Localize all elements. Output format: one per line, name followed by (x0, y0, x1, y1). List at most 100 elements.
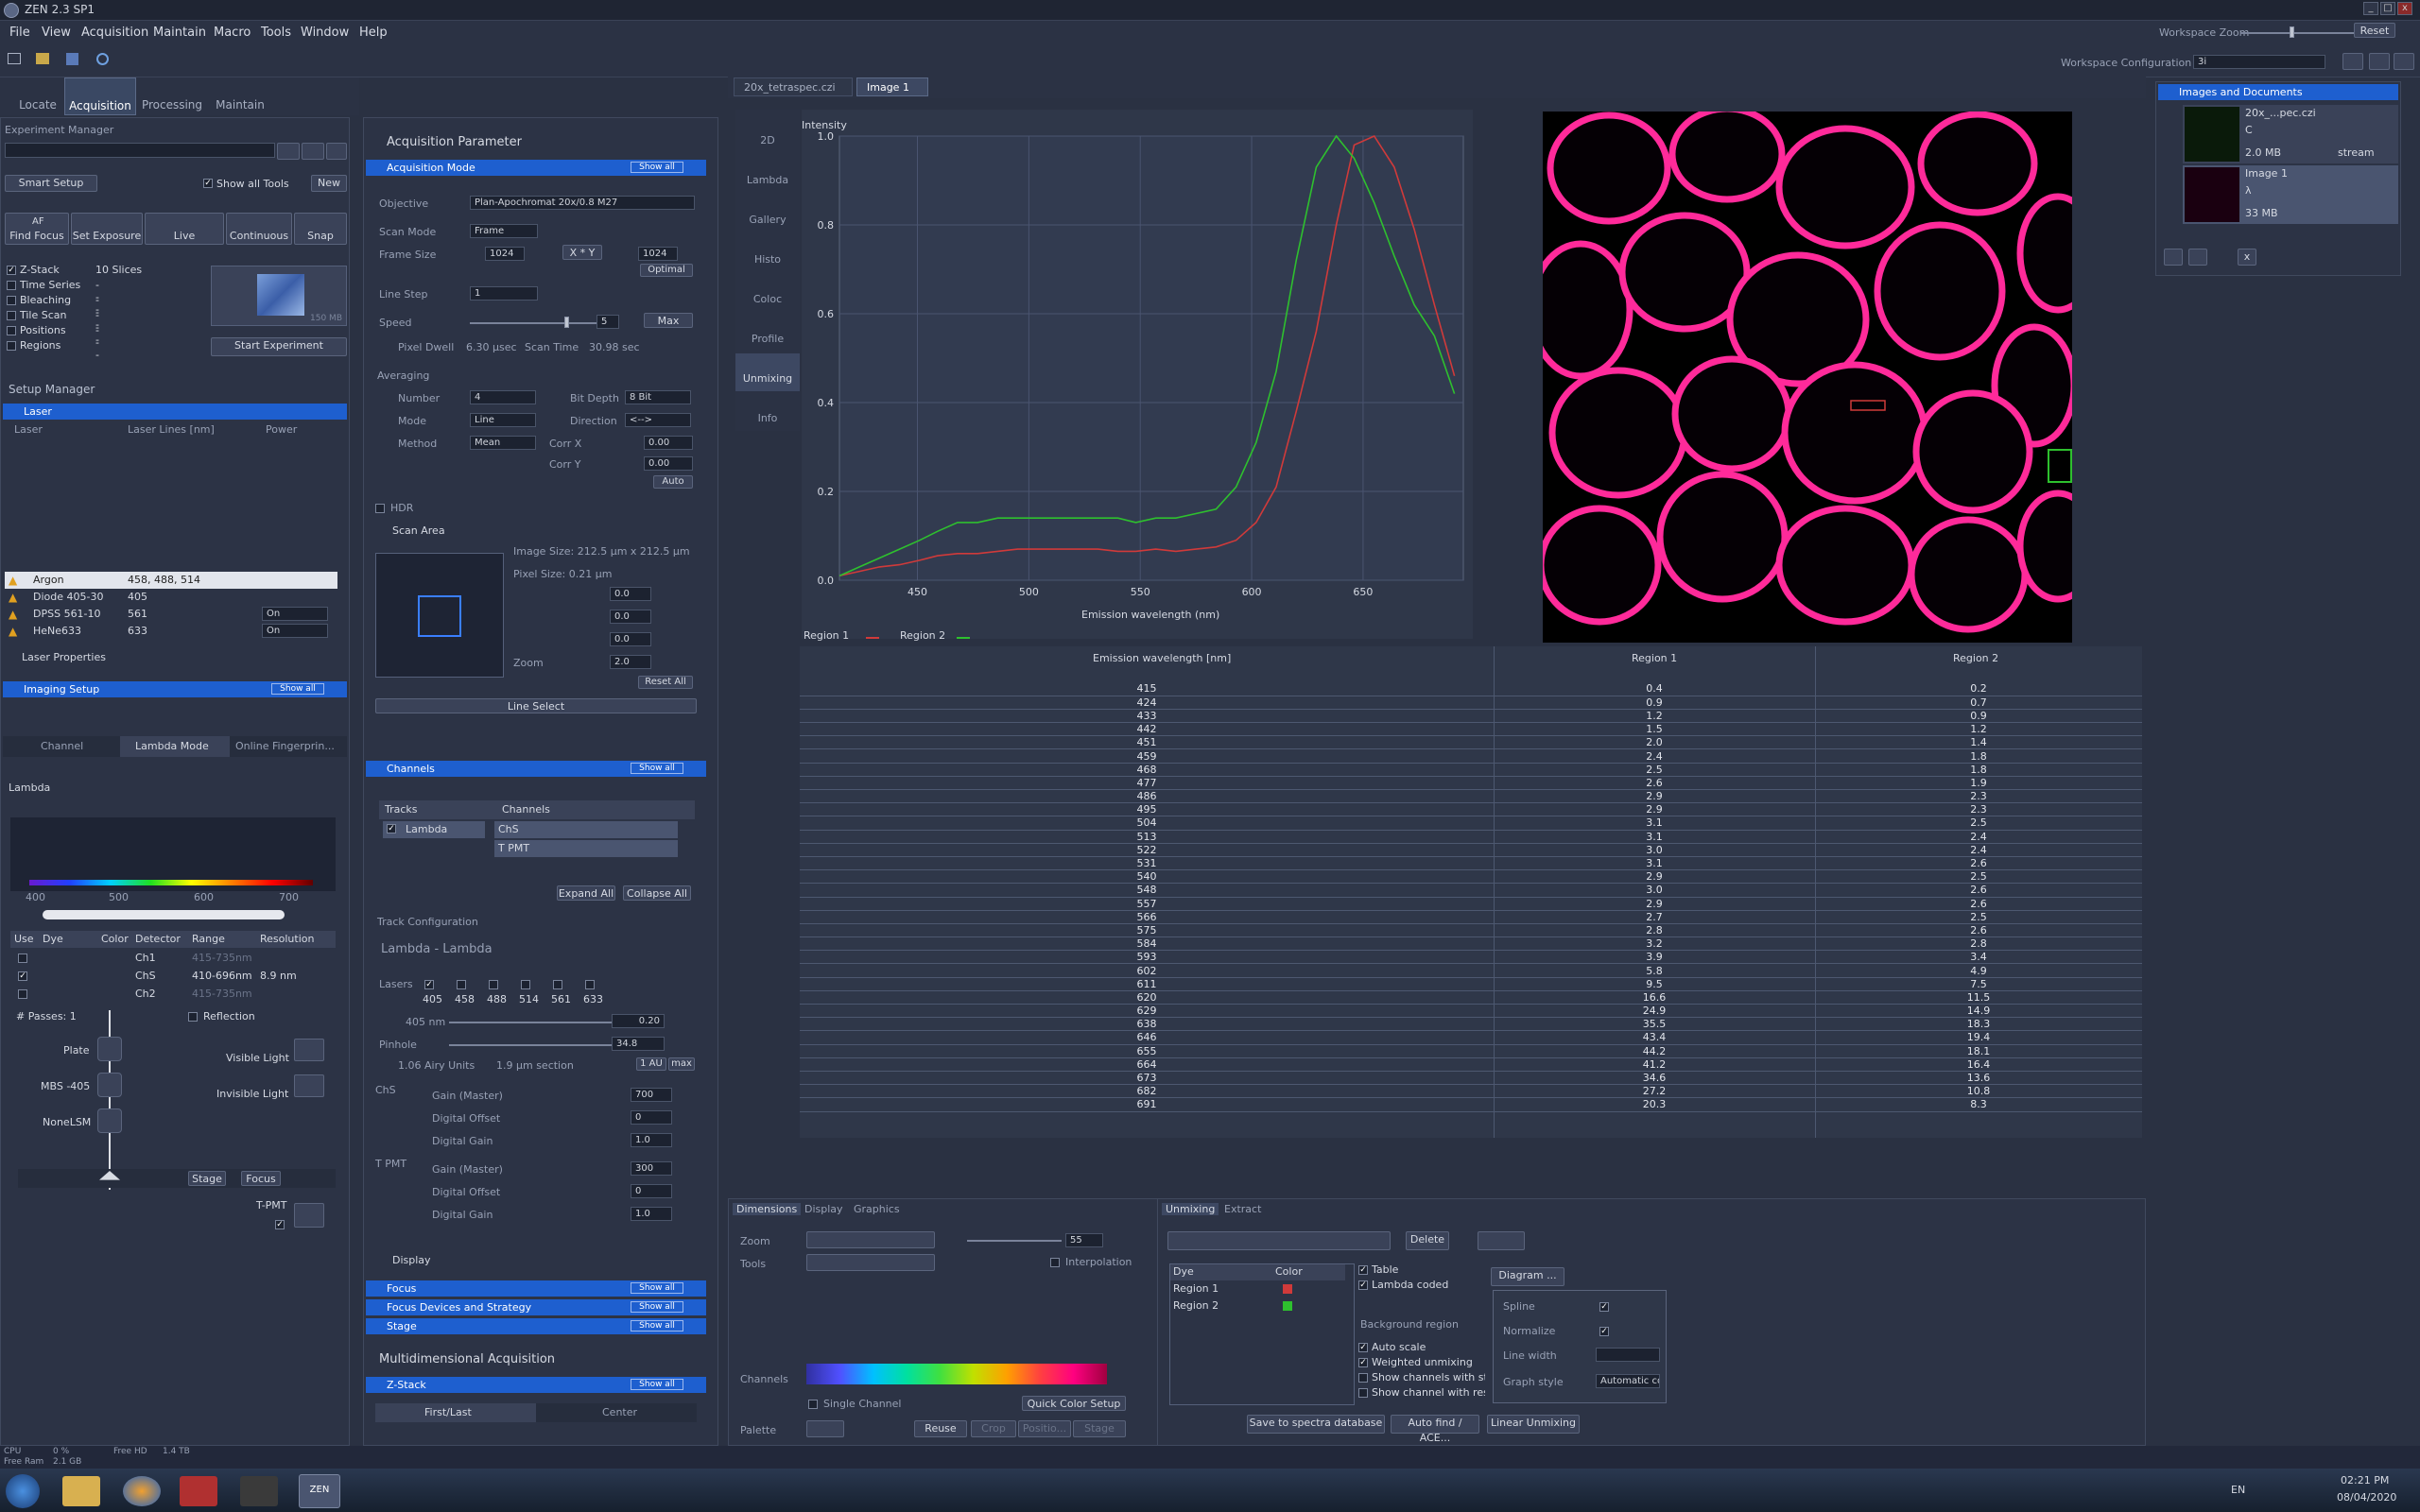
experiment-save-button[interactable] (302, 143, 324, 160)
view-tab-coloc[interactable]: Coloc (735, 293, 800, 305)
workspace-config-field[interactable]: 3i (2193, 55, 2325, 69)
menu-acquisition[interactable]: Acquisition (81, 26, 148, 40)
table-row[interactable]: 638 35.5 18.3 (800, 1017, 2142, 1032)
view-tab-lambda[interactable]: Lambda (735, 174, 800, 186)
zoom-buttons[interactable] (806, 1231, 935, 1248)
laser-405-field[interactable]: 0.20 (612, 1014, 665, 1028)
menu-help[interactable]: Help (359, 26, 388, 40)
doc-close-button[interactable]: x (2238, 249, 2256, 266)
start-experiment-button[interactable]: Start Experiment (211, 337, 347, 356)
zen-taskbar-button[interactable]: ZEN (299, 1474, 340, 1508)
table-row[interactable]: 424 0.9 0.7 (800, 696, 2142, 710)
auto-button[interactable]: Auto (653, 475, 693, 489)
stage-header[interactable]: Stage Show all (366, 1318, 706, 1334)
maximize-button[interactable]: □ (2380, 2, 2395, 15)
zoom-slider[interactable] (967, 1240, 1062, 1242)
number-select[interactable]: 4 (470, 390, 536, 404)
bleaching-checkbox[interactable] (7, 296, 16, 305)
tab-graphics[interactable]: Graphics (854, 1203, 900, 1215)
save-spectra-button[interactable]: Save to spectra database (1247, 1415, 1385, 1434)
menu-file[interactable]: File (9, 26, 30, 40)
pinhole-slider[interactable] (449, 1044, 619, 1046)
line-width-select[interactable] (1596, 1348, 1660, 1362)
table-row[interactable]: 504 3.1 2.5 (800, 816, 2142, 831)
offset-field[interactable]: 0 (631, 1110, 672, 1125)
menu-macro[interactable]: Macro (214, 26, 251, 40)
table-row[interactable]: 486 2.9 2.3 (800, 789, 2142, 804)
table-row[interactable]: 611 9.5 7.5 (800, 977, 2142, 991)
auto-find-button[interactable]: Auto find / ACE... (1391, 1415, 1479, 1444)
roi-region2[interactable] (2048, 449, 2072, 483)
show-resid-checkbox[interactable] (1358, 1388, 1368, 1398)
laser-row-hene[interactable]: ▲ HeNe633 633 On (5, 623, 337, 640)
stage-tool-button[interactable]: Stage (1073, 1420, 1126, 1437)
dgain2-field[interactable]: 1.0 (631, 1207, 672, 1221)
pinhole-field[interactable]: 34.8 (612, 1037, 665, 1051)
expand-all-button[interactable]: Expand All (557, 885, 615, 901)
stage-button[interactable]: Stage (188, 1171, 226, 1186)
collapse-all-button[interactable]: Collapse All (623, 885, 691, 901)
tpmt-button[interactable] (294, 1203, 324, 1228)
workspace-zoom-slider[interactable] (2240, 32, 2354, 34)
track-lambda[interactable]: ✓ Lambda (383, 821, 485, 838)
tab-acquisition[interactable]: Acquisition (64, 77, 136, 115)
detector-row[interactable]: Ch2 415-735nm (10, 986, 336, 1003)
position-button[interactable]: Positio... (1018, 1420, 1071, 1437)
table-row[interactable]: 646 43.4 19.4 (800, 1030, 2142, 1045)
show-all-tools-checkbox[interactable]: ✓ (203, 179, 213, 188)
use-checkbox[interactable] (18, 954, 27, 963)
tpmt-checkbox[interactable]: ✓ (275, 1220, 285, 1229)
speed-knob[interactable] (564, 317, 569, 328)
table-row[interactable]: 495 2.9 2.3 (800, 802, 2142, 817)
menu-maintain[interactable]: Maintain (153, 26, 206, 40)
laser-power-select[interactable]: On (262, 624, 328, 638)
regions-checkbox[interactable] (7, 341, 16, 351)
tab-unmixing[interactable]: Unmixing (1162, 1203, 1219, 1215)
view-tab-2d[interactable]: 2D (735, 134, 800, 146)
auto-scale-checkbox[interactable]: ✓ (1358, 1343, 1368, 1352)
delete-button[interactable]: Delete (1406, 1231, 1449, 1250)
positions-checkbox[interactable] (7, 326, 16, 335)
tab-channel[interactable]: Channel (41, 740, 83, 752)
workspace-folder-button[interactable] (2342, 53, 2363, 70)
gain-field[interactable]: 700 (631, 1088, 672, 1102)
scan-offset-x-field[interactable]: 0.0 (610, 587, 651, 601)
table-row[interactable]: 593 3.9 3.4 (800, 950, 2142, 965)
laser-section-header[interactable]: Laser (3, 404, 347, 420)
experiment-open-button[interactable] (277, 143, 300, 160)
doc-tab-tetraspec[interactable]: 20x_tetraspec.czi (734, 77, 853, 96)
show-stat-checkbox[interactable] (1358, 1373, 1368, 1383)
acq-mode-header[interactable]: Acquisition Mode Show all (366, 160, 706, 176)
lambda-range-slider[interactable] (43, 910, 285, 919)
invisible-light-button[interactable] (294, 1074, 324, 1097)
diagram-button[interactable]: Diagram ... (1491, 1267, 1564, 1286)
weighted-checkbox[interactable]: ✓ (1358, 1358, 1368, 1367)
time-series-checkbox[interactable] (7, 281, 16, 290)
plate-filter-icon[interactable] (97, 1037, 122, 1061)
laser-633-checkbox[interactable] (585, 980, 595, 989)
speed-slider[interactable] (470, 322, 612, 324)
table-row[interactable]: 522 3.0 2.4 (800, 843, 2142, 857)
speed-field[interactable]: 5 (596, 315, 619, 329)
channel-tpmt[interactable]: T PMT (494, 840, 678, 857)
scan-rotation-field[interactable]: 0.0 (610, 632, 651, 646)
laser-row-dpss[interactable]: ▲ DPSS 561-10 561 On (5, 606, 337, 623)
show-all-toggle[interactable]: Show all (631, 1301, 683, 1313)
laser-514-checkbox[interactable] (521, 980, 530, 989)
focus-button[interactable]: Focus (241, 1171, 281, 1186)
mbs-filter-icon[interactable] (97, 1073, 122, 1097)
channels-header[interactable]: Channels Show all (366, 761, 706, 777)
line-select-button[interactable]: Line Select (375, 698, 697, 713)
bitdepth-select[interactable]: 8 Bit (625, 390, 691, 404)
set-exposure-button[interactable]: Set Exposure (71, 213, 143, 245)
laser-405-slider[interactable] (449, 1022, 619, 1023)
optimal-button[interactable]: Optimal (640, 264, 693, 277)
menu-window[interactable]: Window (301, 26, 349, 40)
table-row[interactable]: 513 3.1 2.4 (800, 830, 2142, 844)
graph-style-select[interactable]: Automatic colored (1596, 1374, 1660, 1388)
tab-dimensions[interactable]: Dimensions (733, 1203, 802, 1215)
laser-405-checkbox[interactable]: ✓ (424, 980, 434, 989)
zstack-header[interactable]: Z-Stack Show all (366, 1377, 706, 1393)
imaging-setup-header[interactable]: Imaging Setup Show all (3, 681, 347, 697)
show-all-toggle[interactable]: Show all (631, 1282, 683, 1294)
